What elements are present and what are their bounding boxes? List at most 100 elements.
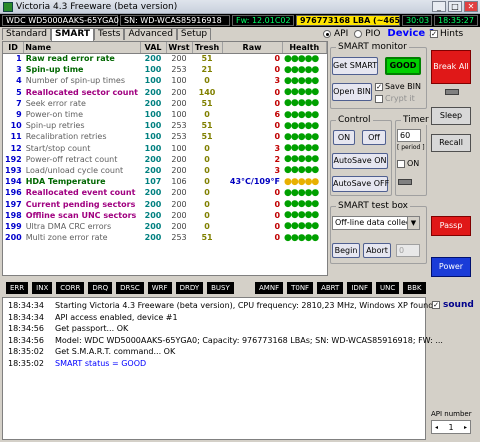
attr-val: 200 — [144, 154, 162, 164]
attr-health: ●●●●● — [284, 187, 319, 198]
api-radio[interactable] — [323, 29, 331, 38]
pio-radio[interactable] — [354, 29, 363, 38]
table-row[interactable]: 5 Reallocated sector count 200 200 140 0 ●●●●● — [3, 87, 327, 98]
col-name[interactable]: Name — [23, 42, 141, 54]
attr-tresh: 21 — [201, 65, 213, 75]
open-bin-button[interactable]: Open BIN — [332, 83, 372, 101]
attr-health: ●●●●● — [284, 154, 319, 165]
interface-selector: API PIO Device 1 — [323, 28, 436, 39]
attr-tresh: 51 — [201, 132, 213, 142]
attr-id: 5 — [16, 87, 22, 97]
event-log[interactable]: 18:34:34 Starting Victoria 4.3 Freeware (… — [2, 297, 443, 440]
api-label: API — [334, 28, 349, 39]
table-row[interactable]: 197 Current pending sectors 200 200 0 0 ●●●●● — [3, 198, 327, 209]
tab-advanced[interactable]: Advanced — [124, 28, 177, 40]
table-row[interactable]: 12 Start/stop count 100 100 0 3 ●●●●● — [3, 143, 327, 154]
drive-model: WDC WD5000AAKS-65YGA0 — [2, 15, 119, 26]
tab-setup[interactable]: Setup — [176, 28, 212, 40]
table-row[interactable]: 4 Number of spin-up times 100 100 0 3 ●●●●● — [3, 75, 327, 86]
break-all-button[interactable]: Break All — [431, 50, 471, 84]
log-message: SMART status = GOOD — [55, 358, 147, 368]
col-wrst[interactable]: Wrst — [166, 42, 193, 54]
attr-id: 12 — [10, 143, 22, 153]
minimize-button[interactable]: _ — [432, 1, 446, 12]
table-row[interactable]: 10 Spin-up retries 100 253 51 0 ●●●●● — [3, 120, 327, 131]
api-number-field[interactable]: ◂ 1 ▸ — [431, 420, 471, 434]
api-number-up[interactable]: ▸ — [461, 424, 470, 431]
abort-button[interactable]: Abort — [363, 243, 391, 258]
crypt-it-option[interactable]: Crypt it — [375, 94, 415, 103]
table-row[interactable]: 199 Ultra DMA CRC errors 200 200 0 0 ●●●●● — [3, 221, 327, 232]
attr-name: HDA Temperature — [25, 177, 106, 187]
log-message: Starting Victoria 4.3 Freeware (beta ver… — [55, 301, 436, 310]
flag-t0nf: T0NF — [287, 282, 314, 294]
save-bin-checkbox[interactable]: ✓ — [375, 82, 383, 91]
timer-on-option[interactable]: ON — [397, 159, 419, 168]
col-health[interactable]: Health — [282, 42, 328, 54]
col-tresh[interactable]: Tresh — [192, 42, 223, 54]
col-id[interactable]: ID — [3, 42, 25, 54]
maximize-button[interactable]: □ — [448, 1, 462, 12]
attr-wrst: 200 — [171, 165, 187, 175]
crypt-it-checkbox[interactable] — [375, 94, 383, 103]
table-row[interactable]: 196 Reallocated event count 200 200 0 0 ●●●●● — [3, 187, 327, 198]
log-time: 18:34:56 — [8, 335, 44, 345]
flag-inx: INX — [32, 282, 53, 294]
tab-smart[interactable]: SMART — [50, 28, 95, 41]
sleep-button[interactable]: Sleep — [431, 107, 471, 125]
attr-tresh: 0 — [204, 76, 210, 86]
sound-checkbox[interactable]: ✓ — [432, 301, 440, 309]
attr-raw: 43°C/109°F — [229, 177, 281, 187]
test-type-select[interactable]: Off-line data collect ▼ — [332, 216, 420, 230]
autosave-off-button[interactable]: AutoSave OFF — [332, 176, 389, 192]
api-number-down[interactable]: ◂ — [432, 424, 441, 431]
control-on-button[interactable]: ON — [333, 130, 355, 145]
table-row[interactable]: 193 Load/unload cycle count 200 200 0 3 ●●●●● — [3, 165, 327, 176]
attr-raw: 0 — [274, 233, 281, 243]
table-row[interactable]: 194 HDA Temperature 107 106 0 43°C/109°F ●●●●● — [3, 176, 327, 187]
flag-unc: UNC — [376, 282, 400, 294]
attr-val: 100 — [144, 121, 162, 131]
tab-standard[interactable]: Standard — [2, 28, 51, 40]
hints-option[interactable]: ✓ Hints — [430, 29, 463, 39]
timer-indicator — [398, 179, 412, 185]
save-bin-option[interactable]: ✓ Save BIN — [375, 82, 421, 91]
table-row[interactable]: 9 Power-on time 100 100 0 6 ●●●●● — [3, 109, 327, 120]
attr-raw: 0 — [274, 188, 281, 198]
attr-id: 194 — [5, 177, 22, 187]
close-button[interactable]: ✕ — [464, 1, 478, 12]
sound-option[interactable]: ✓ sound — [432, 300, 474, 310]
passp-button[interactable]: Passp — [431, 216, 471, 236]
attr-name: Ultra DMA CRC errors — [25, 221, 112, 231]
col-raw[interactable]: Raw — [222, 42, 283, 54]
get-smart-button[interactable]: Get SMART — [332, 57, 378, 75]
attr-val: 100 — [144, 65, 162, 75]
log-message: Get passport... OK — [55, 324, 129, 333]
col-val[interactable]: VAL — [140, 42, 167, 54]
log-entry: 18:35:02 Get S.M.A.R.T. command... OK — [3, 346, 425, 358]
test-value-input[interactable]: 0 — [396, 244, 420, 257]
table-row[interactable]: 3 Spin-up time 100 253 21 0 ●●●●● — [3, 64, 327, 75]
table-row[interactable]: 198 Offline scan UNC sectors 200 200 0 0 ●●●●● — [3, 210, 327, 221]
autosave-on-button[interactable]: AutoSave ON — [332, 153, 388, 169]
table-row[interactable]: 192 Power-off retract count 200 200 0 2 ●●●●● — [3, 154, 327, 165]
tab-tests[interactable]: Tests — [94, 28, 125, 40]
recall-button[interactable]: Recall — [431, 134, 471, 152]
chevron-down-icon[interactable]: ▼ — [407, 217, 419, 229]
log-entry: 18:34:56 Model: WDC WD5000AAKS-65YGA0; Ca… — [3, 335, 443, 347]
timer-on-checkbox[interactable] — [397, 159, 405, 168]
attr-id: 1 — [16, 54, 22, 64]
table-row[interactable]: 1 Raw read error rate 200 200 51 0 ●●●●● — [3, 53, 327, 64]
attr-id: 192 — [5, 154, 22, 164]
attr-wrst: 253 — [171, 132, 187, 142]
table-row[interactable]: 200 Multi zone error rate 200 253 51 0 ●●●●● — [3, 232, 327, 243]
begin-button[interactable]: Begin — [332, 243, 360, 258]
table-row[interactable]: 7 Seek error rate 200 200 51 0 ●●●●● — [3, 98, 327, 109]
control-off-button[interactable]: Off — [362, 130, 386, 145]
timer-input[interactable]: 60 — [397, 129, 421, 142]
power-button[interactable]: Power — [431, 257, 471, 277]
smart-test-box-label: SMART test box — [336, 201, 411, 211]
attr-health: ●●●●● — [284, 165, 319, 176]
table-row[interactable]: 11 Recalibration retries 100 253 51 0 ●●●●● — [3, 131, 327, 142]
hints-checkbox[interactable]: ✓ — [430, 30, 438, 38]
